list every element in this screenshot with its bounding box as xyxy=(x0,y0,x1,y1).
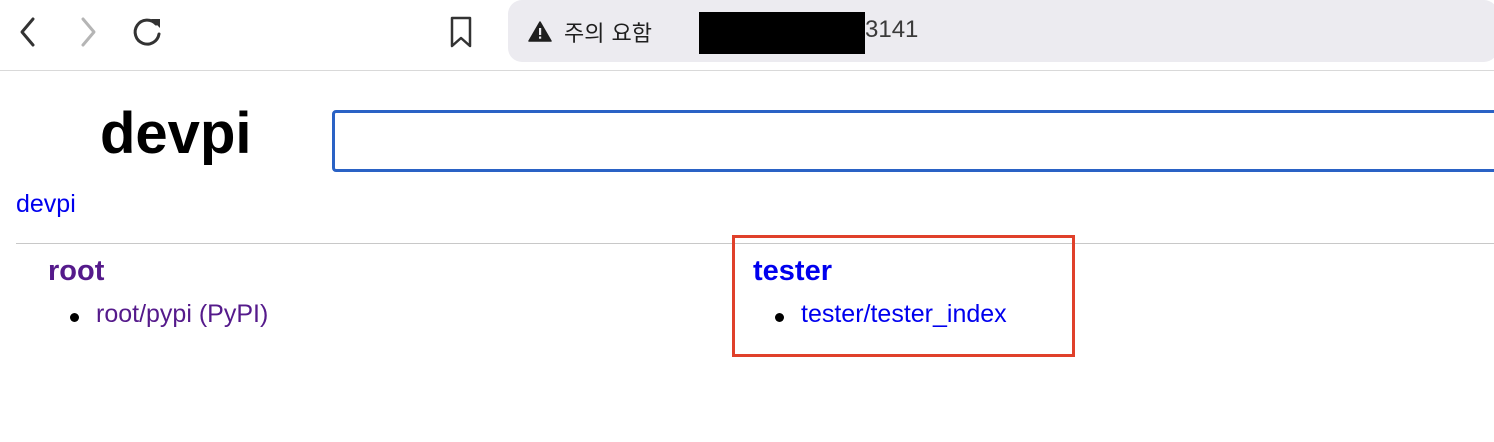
browser-toolbar: 주의 요함 3141 xyxy=(0,0,1494,71)
url-suffix: 3141 xyxy=(865,16,919,43)
user-section-root: root root/pypi (PyPI) xyxy=(48,255,268,329)
bookmark-icon[interactable] xyxy=(443,14,479,50)
highlight-box xyxy=(732,235,1075,357)
forward-arrow-icon[interactable] xyxy=(70,14,106,50)
breadcrumb-home-link[interactable]: devpi xyxy=(16,190,76,219)
security-warning-label: 주의 요함 xyxy=(564,22,652,47)
list-item: root/pypi (PyPI) xyxy=(48,300,268,329)
warning-icon xyxy=(528,20,552,44)
redacted-url-block xyxy=(699,12,865,54)
index-link[interactable]: root/pypi (PyPI) xyxy=(96,300,268,328)
back-arrow-icon[interactable] xyxy=(10,14,46,50)
address-bar[interactable]: 주의 요함 3141 xyxy=(508,0,1494,62)
index-list: root/pypi (PyPI) xyxy=(48,300,268,329)
reload-icon[interactable] xyxy=(129,14,165,50)
search-input[interactable] xyxy=(332,110,1494,172)
page-title: devpi xyxy=(100,101,252,166)
user-link-root[interactable]: root xyxy=(48,255,104,287)
